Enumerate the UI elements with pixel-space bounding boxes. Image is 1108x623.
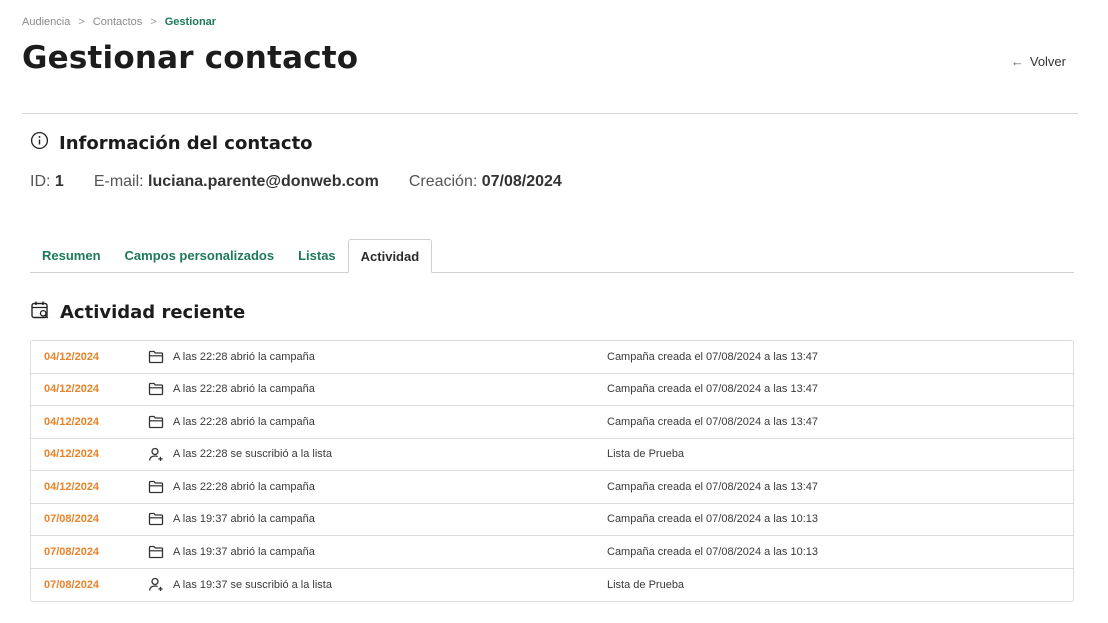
contact-email-label: E-mail: [93, 173, 144, 190]
activity-row: 04/12/2024 A las 22:28 abrió la campaña Ca… [31, 471, 1073, 504]
activity-detail: Campaña creada el 07/08/2024 a las 10:13 [607, 545, 818, 558]
activity-description: A las 22:28 abrió la campaña [173, 350, 315, 363]
contact-created-value: 07/08/2024 [481, 173, 562, 190]
activity-date: 04/12/2024 [44, 415, 100, 428]
activity-row: 04/12/2024 A las 22:28 abrió la campaña Ca… [31, 374, 1073, 406]
tab-actividad[interactable]: Actividad [347, 239, 433, 273]
activity-table: 04/12/2024 A las 22:28 abrió la campaña Ca… [30, 340, 1074, 602]
activity-date: 04/12/2024 [44, 480, 100, 493]
activity-row: 07/08/2024 A las 19:37 abrió la campaña Ca… [31, 536, 1073, 569]
folder-icon [139, 415, 173, 429]
activity-description: A las 19:37 abrió la campaña [173, 545, 315, 558]
contact-info-heading: Información del contacto [30, 131, 313, 155]
tab-bar: Resumen Campos personalizados Listas Act… [30, 239, 1074, 273]
tab-campos-personalizados[interactable]: Campos personalizados [113, 239, 287, 272]
user-add-icon [139, 447, 173, 462]
activity-date: 07/08/2024 [44, 578, 100, 591]
contact-info-title: Información del contacto [59, 132, 313, 154]
breadcrumb-item-contactos[interactable]: Contactos [93, 16, 143, 28]
activity-detail: Lista de Prueba [607, 578, 685, 591]
activity-detail: Campaña creada el 07/08/2024 a las 10:13 [607, 513, 818, 526]
contact-email-value: luciana.parente@donweb.com [148, 173, 379, 190]
activity-detail: Campaña creada el 07/08/2024 a las 13:47 [607, 383, 818, 396]
activity-row: 07/08/2024 A las 19:37 se suscribió a la … [31, 569, 1073, 602]
activity-description: A las 22:28 abrió la campaña [173, 415, 315, 428]
activity-date: 07/08/2024 [44, 545, 100, 558]
activity-detail: Campaña creada el 07/08/2024 a las 13:47 [607, 480, 818, 493]
contact-id-value: 1 [54, 173, 64, 190]
activity-row: 04/12/2024 A las 22:28 se suscribió a la … [31, 439, 1073, 471]
activity-description: A las 22:28 abrió la campaña [173, 383, 315, 396]
folder-icon [139, 512, 173, 526]
activity-date: 04/12/2024 [44, 448, 100, 461]
activity-date: 07/08/2024 [44, 513, 100, 526]
header-divider [22, 113, 1078, 114]
activity-title: Actividad reciente [60, 302, 246, 323]
back-button-label: Volver [1029, 54, 1066, 69]
contact-created: Creación: 07/08/2024 [409, 173, 562, 191]
tab-listas[interactable]: Listas [286, 239, 348, 272]
breadcrumb-separator: > [78, 16, 85, 28]
folder-icon [139, 382, 173, 396]
activity-row: 04/12/2024 A las 22:28 abrió la campaña Ca… [31, 341, 1073, 374]
activity-date: 04/12/2024 [44, 350, 100, 363]
activity-description: A las 19:37 abrió la campaña [173, 513, 315, 526]
activity-row: 04/12/2024 A las 22:28 abrió la campaña Ca… [31, 406, 1073, 439]
contact-id: ID: 1 [30, 173, 64, 191]
breadcrumb-separator: > [150, 16, 157, 28]
page-title: Gestionar contacto [22, 40, 359, 76]
breadcrumb-item-audiencia[interactable]: Audiencia [22, 16, 70, 28]
tab-resumen[interactable]: Resumen [30, 239, 113, 272]
back-button[interactable]: ← Volver [1011, 54, 1066, 69]
folder-icon [139, 545, 173, 559]
activity-detail: Lista de Prueba [607, 448, 685, 461]
calendar-search-icon [30, 300, 50, 325]
activity-detail: Campaña creada el 07/08/2024 a las 13:47 [607, 350, 818, 363]
contact-meta: ID: 1 E-mail: luciana.parente@donweb.com… [30, 173, 562, 191]
activity-description: A las 22:28 abrió la campaña [173, 480, 315, 493]
folder-icon [139, 350, 173, 364]
arrow-left-icon: ← [1010, 54, 1024, 69]
user-add-icon [139, 577, 173, 592]
activity-row: 07/08/2024 A las 19:37 abrió la campaña Ca… [31, 504, 1073, 536]
contact-email: E-mail: luciana.parente@donweb.com [94, 173, 379, 191]
breadcrumb-current: Gestionar [164, 16, 217, 28]
contact-id-label: ID: [30, 173, 51, 190]
folder-icon [139, 480, 173, 494]
activity-description: A las 22:28 se suscribió a la lista [173, 448, 332, 461]
activity-date: 04/12/2024 [44, 383, 100, 396]
activity-heading: Actividad reciente [30, 300, 245, 325]
info-icon [30, 131, 49, 155]
activity-detail: Campaña creada el 07/08/2024 a las 13:47 [607, 415, 818, 428]
breadcrumb: Audiencia > Contactos > Gestionar [22, 16, 216, 28]
contact-created-label: Creación: [408, 173, 478, 190]
activity-description: A las 19:37 se suscribió a la lista [173, 578, 332, 591]
